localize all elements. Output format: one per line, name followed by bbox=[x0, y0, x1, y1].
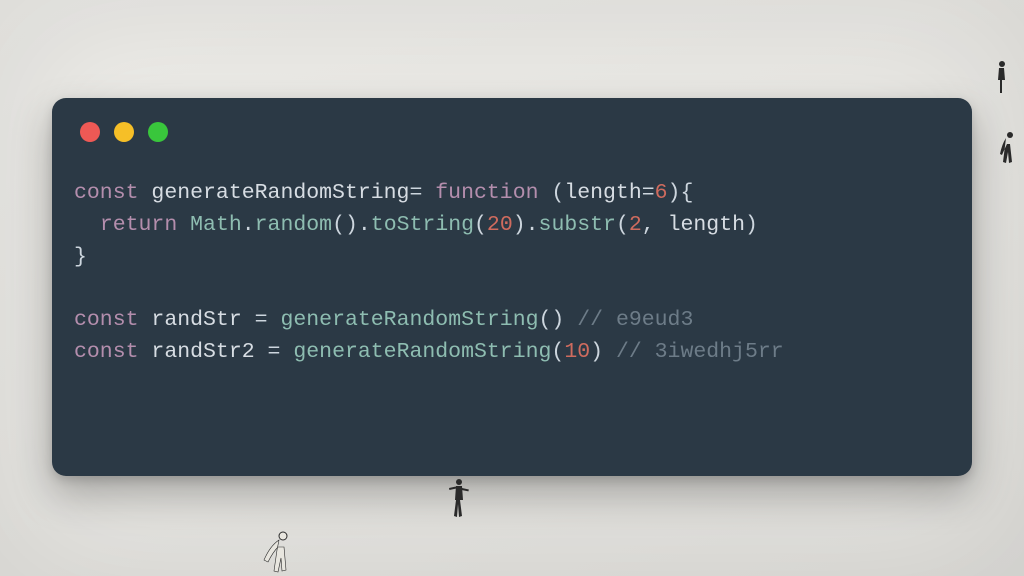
keyword-const: const bbox=[74, 308, 139, 332]
maximize-icon bbox=[148, 122, 168, 142]
person-icon bbox=[996, 130, 1018, 164]
paren-close: ) bbox=[745, 213, 758, 237]
identifier: Math bbox=[190, 213, 242, 237]
parens: () bbox=[539, 308, 565, 332]
identifier: generateRandomString bbox=[151, 181, 409, 205]
paren-close: ) bbox=[590, 340, 603, 364]
method: toString bbox=[371, 213, 474, 237]
identifier: randStr2 bbox=[151, 340, 254, 364]
paren-open: ( bbox=[616, 213, 629, 237]
keyword-function: function bbox=[435, 181, 538, 205]
comma: , bbox=[642, 213, 668, 237]
dot: . bbox=[242, 213, 255, 237]
number: 20 bbox=[487, 213, 513, 237]
close-icon bbox=[80, 122, 100, 142]
operator-eq: = bbox=[409, 181, 422, 205]
code-window: const generateRandomString= function (le… bbox=[52, 98, 972, 476]
window-traffic-lights bbox=[52, 122, 972, 142]
paren-close-dot: ). bbox=[513, 213, 539, 237]
number: 6 bbox=[655, 181, 668, 205]
person-icon bbox=[447, 478, 471, 518]
function-call: generateRandomString bbox=[293, 340, 551, 364]
operator-eq: = bbox=[642, 181, 655, 205]
number: 10 bbox=[564, 340, 590, 364]
comment: // 3iwedhj5rr bbox=[616, 340, 784, 364]
person-icon bbox=[256, 530, 296, 574]
paren-open: ( bbox=[551, 340, 564, 364]
brace-close: } bbox=[74, 245, 87, 269]
identifier: length bbox=[668, 213, 745, 237]
keyword-const: const bbox=[74, 340, 139, 364]
operator-eq: = bbox=[255, 340, 294, 364]
number: 2 bbox=[629, 213, 642, 237]
function-call: generateRandomString bbox=[280, 308, 538, 332]
call-chain: (). bbox=[332, 213, 371, 237]
method: random bbox=[255, 213, 332, 237]
keyword-return: return bbox=[100, 213, 177, 237]
paren-open: ( bbox=[551, 181, 564, 205]
operator-eq: = bbox=[242, 308, 281, 332]
minimize-icon bbox=[114, 122, 134, 142]
person-icon bbox=[992, 60, 1008, 94]
identifier: randStr bbox=[151, 308, 241, 332]
paren-close-brace: ){ bbox=[668, 181, 694, 205]
method: substr bbox=[539, 213, 616, 237]
comment: // e9eud3 bbox=[577, 308, 693, 332]
indent bbox=[74, 213, 100, 237]
paren-open: ( bbox=[474, 213, 487, 237]
keyword-const: const bbox=[74, 181, 139, 205]
code-block: const generateRandomString= function (le… bbox=[52, 142, 972, 369]
param: length bbox=[564, 181, 641, 205]
